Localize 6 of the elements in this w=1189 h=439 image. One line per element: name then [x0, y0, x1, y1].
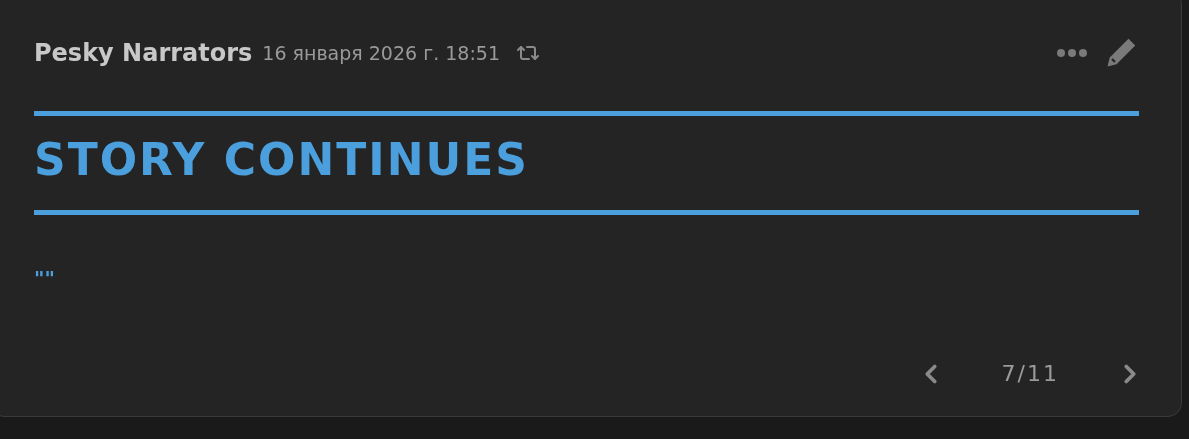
more-icon[interactable]: [1057, 49, 1087, 57]
story-heading: STORY CONTINUES: [34, 133, 530, 187]
timestamp: 16 января 2026 г. 18:51: [262, 40, 500, 66]
page-counter: 7/11: [1001, 360, 1059, 388]
author-name: Pesky Narrators: [34, 38, 253, 69]
message-body: "": [34, 265, 56, 292]
